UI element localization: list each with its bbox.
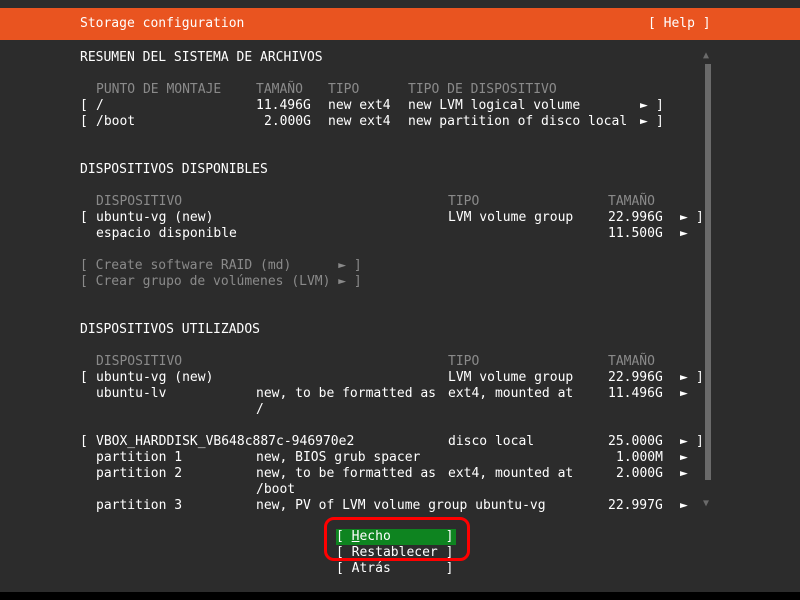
col-device: DISPOSITIVO <box>96 194 183 209</box>
device-type: LVM volume group <box>448 370 574 385</box>
bracket-close: ] <box>656 98 664 113</box>
mount-point: /boot <box>96 114 136 129</box>
device-type: LVM volume group <box>448 210 574 225</box>
device-name: espacio disponible <box>96 226 237 241</box>
used-heading: DISPOSITIVOS UTILIZADOS <box>80 322 261 337</box>
col-type: TIPO <box>448 354 480 369</box>
fs-type: new ext4 <box>328 98 391 113</box>
col-size: TAMAÑO <box>256 82 303 97</box>
annotation-highlight <box>324 517 470 561</box>
arrow-right-icon[interactable]: ► <box>640 114 648 130</box>
bracket-open: [ <box>80 114 88 129</box>
device-name: partition 3 <box>96 498 183 513</box>
bracket-open: [ <box>80 210 88 225</box>
col-mount: PUNTO DE MONTAJE <box>96 82 222 97</box>
scrollbar-thumb[interactable] <box>705 64 711 480</box>
bracket-close: ] <box>696 370 704 385</box>
device-name: ubuntu-vg (new) <box>96 210 214 225</box>
arrow-right-icon[interactable]: ► <box>680 386 688 402</box>
device-type: new partition of disco local <box>408 114 628 129</box>
device-type: disco local <box>448 434 535 449</box>
size: 22.997G <box>608 498 663 513</box>
scroll-down-icon[interactable]: ▼ <box>703 496 709 512</box>
bracket-open: [ <box>80 98 88 113</box>
col-type: TIPO <box>448 194 480 209</box>
col-type: TIPO <box>328 82 360 97</box>
mount-point: / <box>96 98 104 113</box>
create-raid-button[interactable]: [ Create software RAID (md) ► ] <box>80 258 362 274</box>
arrow-right-icon[interactable]: ► <box>680 434 688 450</box>
top-strip <box>0 0 800 8</box>
scroll-up-icon[interactable]: ▲ <box>703 48 709 64</box>
create-lvm-button[interactable]: [ Crear grupo de volúmenes (LVM) ► ] <box>80 274 362 290</box>
device-type: ext4, mounted at <box>448 386 574 401</box>
back-button[interactable]: [ Atrás ] <box>336 561 453 577</box>
device-type: ext4, mounted at <box>448 466 574 481</box>
device-name: partition 2 <box>96 466 183 481</box>
size: 25.000G <box>608 434 663 449</box>
help-button[interactable]: [ Help ] <box>648 16 711 32</box>
device-desc-continued: / <box>256 402 264 417</box>
bracket-close: ] <box>656 114 664 129</box>
page-title: Storage configuration <box>80 16 245 31</box>
bracket-close: ] <box>696 434 704 449</box>
arrow-right-icon[interactable]: ► <box>680 226 688 242</box>
arrow-right-icon[interactable]: ► <box>680 210 688 226</box>
size: 11.496G <box>256 98 311 113</box>
col-size: TAMAÑO <box>608 194 655 209</box>
device-desc: new, to be formatted as <box>256 466 437 481</box>
arrow-right-icon[interactable]: ► <box>680 370 688 386</box>
device-desc: new, to be formatted as <box>256 386 437 401</box>
device-desc: new, BIOS grub spacer <box>256 450 421 465</box>
size: 2.000G <box>616 466 663 481</box>
device-type: new LVM logical volume <box>408 98 581 113</box>
device-name: ubuntu-lv <box>96 386 167 401</box>
arrow-right-icon[interactable]: ► <box>640 98 648 114</box>
size: 11.496G <box>608 386 663 401</box>
bracket-open: [ <box>80 370 88 385</box>
installer-screen: Storage configuration [ Help ] RESUMEN D… <box>0 0 800 600</box>
arrow-right-icon[interactable]: ► <box>680 498 688 514</box>
bracket-close: ] <box>696 210 704 225</box>
col-size: TAMAÑO <box>608 354 655 369</box>
available-heading: DISPOSITIVOS DISPONIBLES <box>80 162 268 177</box>
size: 2.000G <box>264 114 311 129</box>
device-name: VBOX_HARDDISK_VB648c887c-946970e2 <box>96 434 355 449</box>
fs-type: new ext4 <box>328 114 391 129</box>
fs-summary-heading: RESUMEN DEL SISTEMA DE ARCHIVOS <box>80 50 323 65</box>
device-name: ubuntu-vg (new) <box>96 370 214 385</box>
col-device: DISPOSITIVO <box>96 354 183 369</box>
size: 1.000M <box>616 450 663 465</box>
size: 11.500G <box>608 226 663 241</box>
bracket-open: [ <box>80 434 88 449</box>
device-desc-continued: /boot <box>256 482 296 497</box>
arrow-right-icon[interactable]: ► <box>680 466 688 482</box>
size: 22.996G <box>608 210 663 225</box>
col-device-type: TIPO DE DISPOSITIVO <box>408 82 557 97</box>
device-name: partition 1 <box>96 450 183 465</box>
storage-summary: RESUMEN DEL SISTEMA DE ARCHIVOS PUNTO DE… <box>0 40 800 592</box>
arrow-right-icon[interactable]: ► <box>680 450 688 466</box>
header-bar: Storage configuration [ Help ] <box>0 8 800 40</box>
device-desc: new, PV of LVM volume group ubuntu-vg <box>256 498 546 513</box>
bottom-strip <box>0 592 800 600</box>
size: 22.996G <box>608 370 663 385</box>
